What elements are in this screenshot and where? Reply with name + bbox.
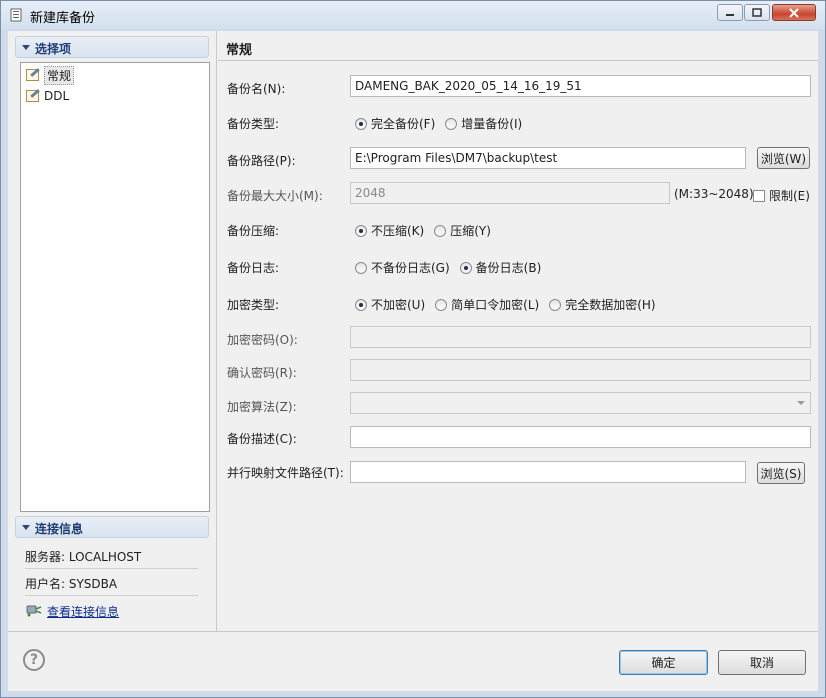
no-compression-radio[interactable]: 不压缩(K) bbox=[355, 222, 424, 239]
encryption-algorithm-label: 加密算法(Z): bbox=[227, 400, 297, 414]
radio-label: 压缩(Y) bbox=[450, 224, 491, 238]
page-edit-icon bbox=[25, 68, 41, 82]
maximize-icon bbox=[752, 8, 762, 17]
view-connection-link[interactable]: 查看连接信息 bbox=[47, 603, 119, 620]
radio-checked-icon bbox=[355, 117, 367, 130]
title-bar: 新建库备份 bbox=[1, 1, 825, 29]
options-tree: 常规 DDL bbox=[20, 62, 210, 512]
browse-parallel-button[interactable]: 浏览(S) bbox=[757, 462, 805, 484]
radio-checked-icon bbox=[355, 298, 367, 311]
cancel-button[interactable]: 取消 bbox=[718, 650, 806, 675]
backup-type-label: 备份类型: bbox=[227, 117, 280, 131]
close-icon bbox=[789, 7, 799, 18]
backup-path-label: 备份路径(P): bbox=[227, 154, 296, 168]
backup-description-input[interactable] bbox=[350, 426, 811, 448]
radio-checked-icon bbox=[459, 261, 472, 274]
radio-label: 不压缩(K) bbox=[371, 224, 425, 238]
encryption-password-input[interactable] bbox=[350, 326, 811, 348]
radio-label: 完全数据加密(H) bbox=[565, 298, 656, 312]
connection-section-header[interactable]: 连接信息 bbox=[15, 516, 209, 538]
radio-label: 简单口令加密(L) bbox=[451, 298, 540, 312]
user-info: 用户名: SYSDBA bbox=[25, 577, 118, 591]
simple-password-encryption-radio[interactable]: 简单口令加密(L) bbox=[435, 296, 539, 313]
divider bbox=[8, 631, 818, 632]
encryption-type-group: 不加密(U) 简单口令加密(L) 完全数据加密(H) bbox=[355, 296, 666, 313]
backup-type-full-radio[interactable]: 完全备份(F) bbox=[355, 115, 435, 132]
confirm-password-input[interactable] bbox=[350, 359, 811, 381]
radio-unchecked-icon bbox=[435, 298, 448, 311]
max-size-label: 备份最大大小(M): bbox=[227, 189, 323, 203]
backup-path-input[interactable]: E:\Program Files\DM7\backup\test bbox=[350, 147, 746, 169]
tree-item-label: 常规 bbox=[44, 65, 75, 85]
backup-name-input[interactable]: DAMENG_BAK_2020_05_14_16_19_51 bbox=[350, 75, 811, 97]
divider bbox=[25, 595, 198, 596]
close-button[interactable] bbox=[772, 4, 816, 21]
parallel-map-path-input[interactable] bbox=[350, 461, 746, 483]
encryption-algorithm-select[interactable] bbox=[350, 392, 811, 414]
page-title: 常规 bbox=[226, 43, 253, 58]
server-info: 服务器: LOCALHOST bbox=[25, 550, 142, 564]
radio-unchecked-icon bbox=[445, 117, 458, 130]
browse-path-button[interactable]: 浏览(W) bbox=[757, 147, 810, 169]
confirm-password-label: 确认密码(R): bbox=[227, 366, 297, 380]
no-backup-log-radio[interactable]: 不备份日志(G) bbox=[355, 259, 450, 276]
tree-item-ddl[interactable]: DDL bbox=[25, 87, 69, 105]
backup-type-group: 完全备份(F) 增量备份(I) bbox=[355, 115, 532, 132]
backup-log-label: 备份日志: bbox=[227, 261, 280, 275]
radio-label: 完全备份(F) bbox=[371, 117, 436, 131]
left-pane: 选择项 常规 DDL 连接信息 服务器: LOCALHOST 用户名: SYSD… bbox=[8, 31, 217, 631]
divider bbox=[25, 568, 198, 569]
max-size-hint: (M:33~2048) bbox=[674, 187, 754, 201]
radio-unchecked-icon bbox=[549, 298, 562, 311]
backup-description-label: 备份描述(C): bbox=[227, 432, 297, 446]
collapse-triangle-icon bbox=[22, 45, 30, 50]
backup-log-radio[interactable]: 备份日志(B) bbox=[459, 259, 542, 276]
options-section-header[interactable]: 选择项 bbox=[15, 36, 209, 58]
options-section-label: 选择项 bbox=[35, 42, 72, 56]
minimize-button[interactable] bbox=[717, 4, 743, 21]
tree-item-label: DDL bbox=[44, 89, 70, 103]
checkbox-label: 限制(E) bbox=[769, 189, 810, 203]
no-encryption-radio[interactable]: 不加密(U) bbox=[355, 296, 425, 313]
radio-label: 不备份日志(G) bbox=[371, 261, 450, 275]
compression-radio[interactable]: 压缩(Y) bbox=[434, 222, 491, 239]
chevron-down-icon bbox=[797, 401, 805, 405]
parallel-map-path-label: 并行映射文件路径(T): bbox=[227, 466, 344, 480]
dialog-window: 新建库备份 选择项 常规 DDL 连接信息 服务器: LOCALHOST 用户名… bbox=[0, 0, 826, 698]
backup-db-icon bbox=[10, 8, 22, 22]
radio-checked-icon bbox=[355, 224, 367, 237]
ok-button[interactable]: 确定 bbox=[619, 650, 708, 675]
window-title: 新建库备份 bbox=[30, 11, 96, 26]
right-pane: 常规 备份名(N): DAMENG_BAK_2020_05_14_16_19_5… bbox=[218, 31, 818, 631]
page-edit-icon bbox=[25, 89, 41, 103]
radio-label: 备份日志(B) bbox=[475, 261, 542, 275]
compression-group: 不压缩(K) 压缩(Y) bbox=[355, 222, 501, 239]
dialog-client: 选择项 常规 DDL 连接信息 服务器: LOCALHOST 用户名: SYSD… bbox=[8, 31, 818, 691]
full-data-encryption-radio[interactable]: 完全数据加密(H) bbox=[549, 296, 656, 313]
divider bbox=[218, 60, 818, 61]
radio-label: 不加密(U) bbox=[371, 298, 426, 312]
radio-label: 增量备份(I) bbox=[461, 117, 523, 131]
max-size-input[interactable]: 2048 bbox=[350, 182, 670, 204]
encryption-type-label: 加密类型: bbox=[227, 298, 280, 312]
connection-plug-icon bbox=[26, 605, 42, 617]
radio-unchecked-icon bbox=[355, 261, 367, 274]
compression-label: 备份压缩: bbox=[227, 224, 280, 238]
connection-section-label: 连接信息 bbox=[35, 522, 84, 536]
tree-item-general[interactable]: 常规 bbox=[25, 65, 75, 85]
encryption-password-label: 加密密码(O): bbox=[227, 333, 298, 347]
backup-type-incremental-radio[interactable]: 增量备份(I) bbox=[445, 115, 522, 132]
collapse-triangle-icon bbox=[22, 525, 30, 530]
checkbox-unchecked-icon bbox=[753, 189, 765, 202]
radio-unchecked-icon bbox=[434, 224, 447, 237]
maximize-button[interactable] bbox=[744, 4, 770, 21]
backup-log-group: 不备份日志(G) 备份日志(B) bbox=[355, 259, 551, 276]
backup-name-label: 备份名(N): bbox=[227, 82, 286, 96]
help-icon[interactable]: ? bbox=[23, 649, 45, 671]
minimize-icon bbox=[726, 13, 734, 16]
limit-checkbox[interactable]: 限制(E) bbox=[753, 187, 810, 204]
